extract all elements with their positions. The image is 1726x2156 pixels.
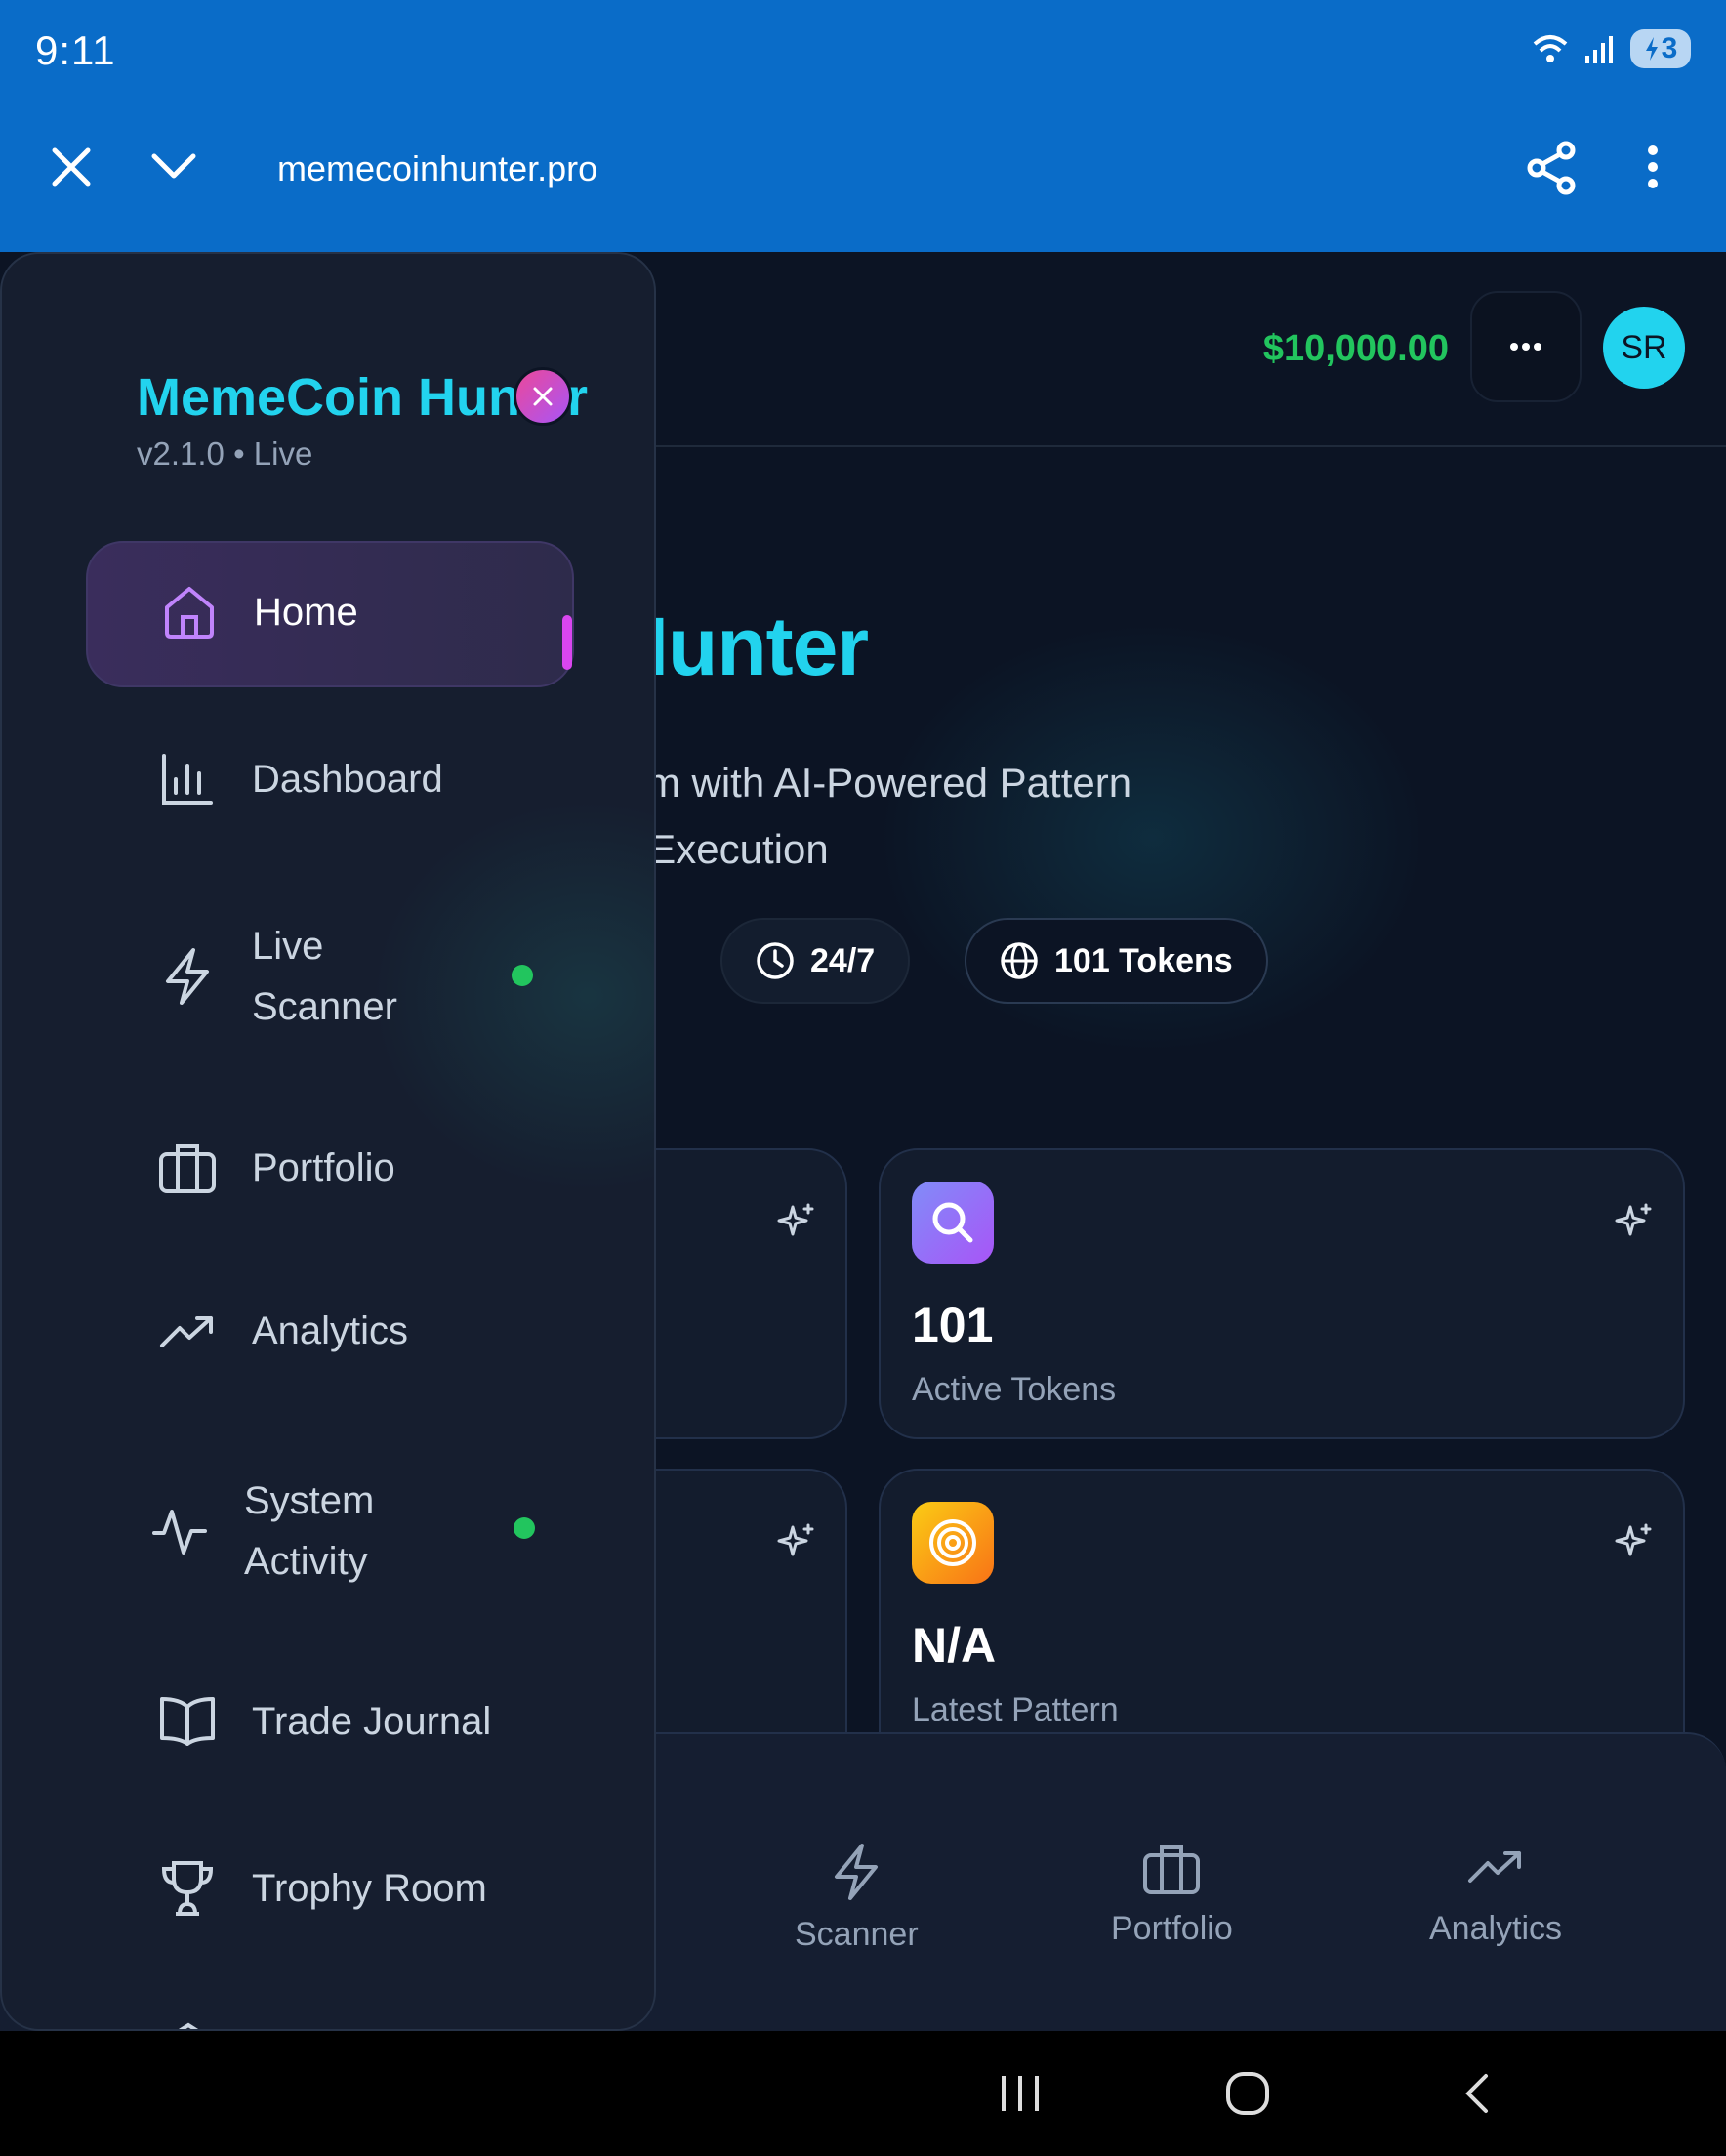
status-time: 9:11 xyxy=(35,27,116,73)
close-drawer-button[interactable] xyxy=(514,367,572,426)
drawer-item-label: Live xyxy=(252,925,324,968)
drawer-item-portfolio[interactable]: Portfolio xyxy=(158,1140,395,1195)
bottom-nav-scanner[interactable]: Scanner xyxy=(795,1842,919,1954)
more-horizontal-icon xyxy=(1510,343,1541,351)
more-options-button[interactable] xyxy=(1470,291,1582,402)
url-text[interactable]: memecoinhunter.pro xyxy=(277,148,597,189)
battery-indicator: 3 xyxy=(1630,29,1691,68)
card-label: Active Tokens xyxy=(912,1371,1117,1408)
search-icon xyxy=(932,1202,973,1243)
sparkle-icon xyxy=(1615,1203,1652,1236)
bolt-icon xyxy=(835,1844,879,1900)
drawer-item-analytics[interactable]: Analytics xyxy=(158,1306,408,1355)
clock-icon xyxy=(757,942,794,979)
briefcase-icon xyxy=(159,1144,216,1193)
drawer-item-label: Trophy Room xyxy=(252,1866,487,1910)
status-icons: 3 xyxy=(1531,29,1691,68)
globe-icon xyxy=(1001,942,1038,979)
drawer-item-dashboard[interactable]: Dashboard xyxy=(158,752,443,807)
drawer-item-label: Analytics xyxy=(252,1308,409,1352)
wifi-icon xyxy=(1533,35,1568,62)
recent-apps-icon[interactable] xyxy=(998,2074,1043,2113)
drawer-item-trade-journal[interactable]: Trade Journal xyxy=(158,1695,491,1748)
side-drawer: MemeCoin Hunter v2.1.0 • Live Home Dashb… xyxy=(0,252,656,2031)
share-icon[interactable] xyxy=(1525,141,1578,195)
stat-card-active-tokens[interactable]: 101 Active Tokens xyxy=(879,1148,1685,1439)
activity-icon xyxy=(152,1510,207,1555)
bottom-nav-analytics[interactable]: Analytics xyxy=(1429,1842,1562,1948)
version-label: v2.1.0 • Live xyxy=(137,435,313,472)
card-value: N/A xyxy=(912,1618,997,1673)
drawer-item-label-2: Activity xyxy=(244,1540,368,1583)
drawer-item-trophy-room[interactable]: Trophy Room xyxy=(158,1859,487,1918)
trophy-icon xyxy=(161,1861,214,1916)
account-balance: $10,000.00 xyxy=(1262,328,1449,369)
user-avatar[interactable]: SR xyxy=(1603,307,1685,389)
card-label: Latest Pattern xyxy=(912,1691,1119,1728)
bar-chart-icon xyxy=(162,754,213,805)
book-icon xyxy=(160,1697,215,1746)
target-icon xyxy=(929,1519,976,1566)
drawer-item-live-scanner[interactable]: Live Scanner xyxy=(158,916,397,1037)
drawer-glow xyxy=(373,801,654,1191)
drawer-item-label: Portfolio xyxy=(252,1145,395,1189)
back-icon[interactable] xyxy=(1460,2072,1492,2115)
card-icon-bg xyxy=(912,1502,994,1584)
trend-up-icon xyxy=(1468,1851,1522,1883)
live-status-dot xyxy=(514,1517,535,1539)
bolt-icon xyxy=(166,948,209,1005)
pill-token-count: 101 Tokens xyxy=(965,918,1268,1004)
drawer-item-label: Dashboard xyxy=(252,757,443,801)
more-vertical-icon[interactable] xyxy=(1646,145,1660,189)
close-icon xyxy=(533,387,553,406)
home-icon xyxy=(165,587,214,639)
home-button-icon[interactable] xyxy=(1224,2070,1271,2117)
pill-uptime: 24/7 xyxy=(720,918,911,1004)
drawer-item-label-2: Scanner xyxy=(252,985,397,1028)
drawer-item-system-activity[interactable]: System Activity xyxy=(150,1471,374,1592)
sparkle-icon xyxy=(777,1523,814,1556)
bottom-nav-portfolio[interactable]: Portfolio xyxy=(1111,1842,1233,1948)
live-status-dot xyxy=(512,965,533,986)
sparkle-icon xyxy=(777,1203,814,1236)
charging-bolt-icon xyxy=(1645,37,1658,61)
signal-icon xyxy=(1585,36,1613,63)
more-item-icon xyxy=(178,2022,199,2029)
card-icon-bg xyxy=(912,1182,994,1264)
chevron-down-icon[interactable] xyxy=(150,152,197,182)
close-tab-icon[interactable] xyxy=(51,146,92,187)
system-navigation-bar xyxy=(0,2031,1726,2156)
browser-top-bar: 9:11 3 memecoinhunter.pro xyxy=(0,0,1726,252)
drawer-item-label: Trade Journal xyxy=(252,1699,492,1743)
card-value: 101 xyxy=(912,1298,994,1352)
sparkle-icon xyxy=(1615,1523,1652,1556)
briefcase-icon xyxy=(1143,1845,1201,1894)
trend-up-icon xyxy=(160,1316,213,1348)
drawer-item-home[interactable]: Home xyxy=(86,541,574,687)
drawer-item-label: Home xyxy=(254,590,358,634)
drawer-item-label: System xyxy=(244,1479,375,1522)
active-indicator xyxy=(562,615,572,670)
